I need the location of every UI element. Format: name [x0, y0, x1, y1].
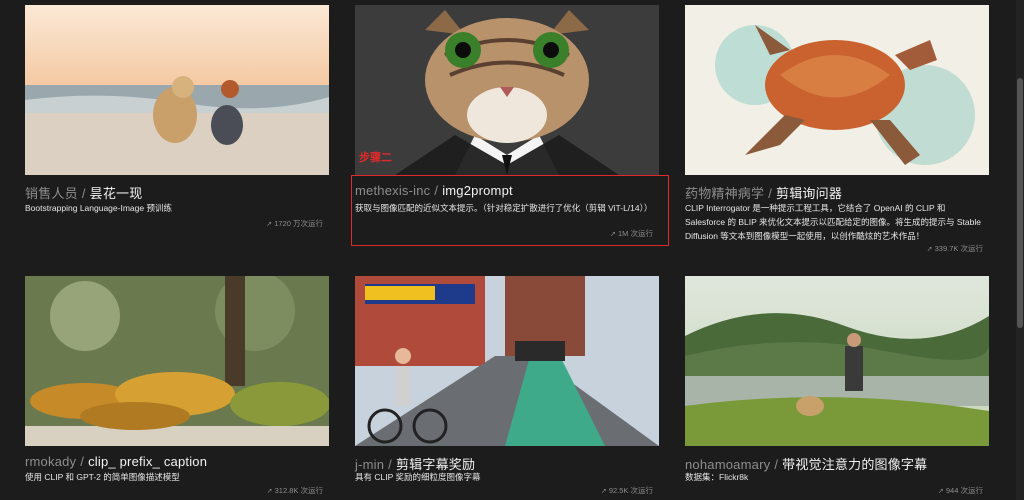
- model-description: 数据集：Flickr8k: [685, 472, 749, 482]
- model-description: CLIP Interrogator 是一种提示工程工具，它结合了 OpenAI …: [685, 203, 981, 241]
- run-count-text: 944 次运行: [945, 486, 983, 495]
- selection-highlight-box: [351, 175, 669, 246]
- title-separator: /: [81, 186, 86, 201]
- run-count: ➚ 339.7K 次运行: [927, 243, 983, 254]
- rocket-icon: ➚: [926, 246, 933, 253]
- model-thumbnail[interactable]: [25, 5, 329, 175]
- model-thumbnail[interactable]: [685, 5, 989, 175]
- model-name[interactable]: 剪辑询问器: [776, 186, 842, 201]
- model-thumbnail[interactable]: [25, 276, 329, 446]
- run-count: ➚ 944 次运行: [938, 485, 983, 496]
- rocket-icon: ➚: [266, 221, 273, 228]
- model-thumbnail[interactable]: [355, 276, 659, 446]
- model-card[interactable]: 药物精神病学 / 剪辑询问器 CLIP Interrogator 是一种提示工程工具…: [685, 5, 989, 253]
- model-title[interactable]: 药物精神病学 / 剪辑询问器: [685, 183, 842, 202]
- model-owner[interactable]: 销售人员: [25, 186, 78, 201]
- scrollbar-thumb[interactable]: [1017, 78, 1023, 328]
- model-description: 使用 CLIP 和 GPT-2 的简单图像描述模型: [25, 472, 180, 482]
- run-count-text: 339.7K 次运行: [934, 244, 983, 253]
- model-title[interactable]: rmokady / clip_ prefix_ caption: [25, 454, 207, 469]
- model-owner[interactable]: rmokady: [25, 454, 76, 469]
- run-count-text: 92.5K 次运行: [608, 486, 653, 495]
- title-separator: /: [80, 454, 85, 469]
- rocket-icon: ➚: [938, 488, 944, 495]
- model-grid: 销售人员 / 昙花一现 Bootstrapping Language-Image 预…: [0, 0, 1024, 500]
- model-title[interactable]: 销售人员 / 昙花一现: [25, 183, 142, 202]
- model-thumbnail[interactable]: [685, 276, 989, 446]
- model-thumbnail[interactable]: [355, 5, 659, 175]
- model-description: 具有 CLIP 奖励的细粒度图像字幕: [355, 472, 481, 482]
- scrollbar[interactable]: [1016, 0, 1024, 500]
- model-card[interactable]: 销售人员 / 昙花一现 Bootstrapping Language-Image 预…: [25, 5, 329, 250]
- run-count: ➚ 312.8K 次运行: [267, 485, 323, 496]
- rocket-icon: ➚: [600, 488, 607, 495]
- model-description: Bootstrapping Language-Image 预训练: [25, 203, 172, 213]
- model-card[interactable]: rmokady / clip_ prefix_ caption 使用 CLIP 和 …: [25, 276, 329, 500]
- model-name[interactable]: clip_ prefix_ caption: [88, 454, 207, 469]
- rocket-icon: ➚: [266, 488, 273, 495]
- model-card[interactable]: nohamoamary / 带视觉注意力的图像字幕 数据集：Flickr8k ➚ 94…: [685, 276, 989, 500]
- run-count: ➚ 92.5K 次运行: [601, 485, 653, 496]
- model-owner[interactable]: 药物精神病学: [685, 186, 764, 201]
- model-name[interactable]: 昙花一现: [90, 186, 143, 201]
- run-count-text: 1720 万次运行: [274, 219, 323, 228]
- model-card[interactable]: j-min / 剪辑字幕奖励 具有 CLIP 奖励的细粒度图像字幕 ➚ 92.5K 次…: [355, 276, 659, 500]
- step-annotation-label: 步骤二: [359, 152, 392, 164]
- title-separator: /: [768, 186, 773, 201]
- run-count: ➚ 1720 万次运行: [266, 218, 323, 229]
- run-count-text: 312.8K 次运行: [274, 486, 323, 495]
